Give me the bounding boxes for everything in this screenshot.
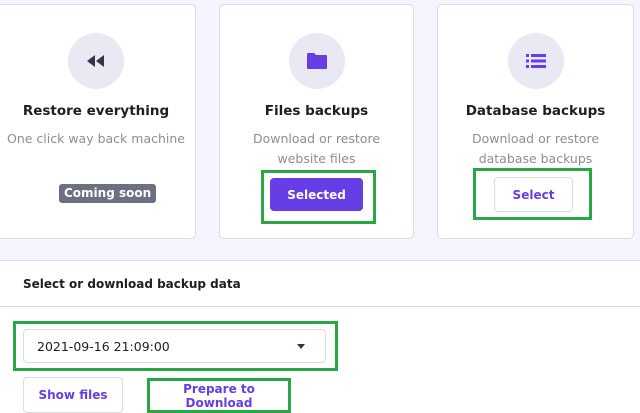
rewind-icon — [68, 33, 124, 89]
show-files-button[interactable]: Show files — [23, 377, 123, 413]
backup-date-select[interactable]: 2021-09-16 21:09:00 — [23, 329, 326, 363]
folder-icon — [288, 33, 345, 89]
files-backups-selected-button[interactable]: Selected — [270, 178, 363, 211]
panel-divider — [0, 306, 640, 307]
card-description: One click way back machine — [7, 131, 185, 146]
card-description: Download or restore website files — [252, 131, 381, 166]
card-title: Files backups — [264, 103, 369, 119]
restore-everything-card: Restore everything One click way back ma… — [0, 4, 196, 239]
database-backups-select-button[interactable]: Select — [494, 177, 573, 212]
panel-header: Select or download backup data — [23, 277, 241, 291]
card-description: Download or restore database backups — [471, 131, 600, 166]
card-title: Database backups — [465, 103, 606, 119]
backup-date-value: 2021-09-16 21:09:00 — [37, 339, 170, 354]
prepare-to-download-button[interactable]: Prepare to Download — [152, 382, 286, 410]
chevron-down-icon — [297, 344, 305, 349]
list-icon — [507, 33, 564, 89]
card-title: Restore everything — [22, 103, 170, 119]
coming-soon-badge: Coming soon — [59, 184, 157, 203]
